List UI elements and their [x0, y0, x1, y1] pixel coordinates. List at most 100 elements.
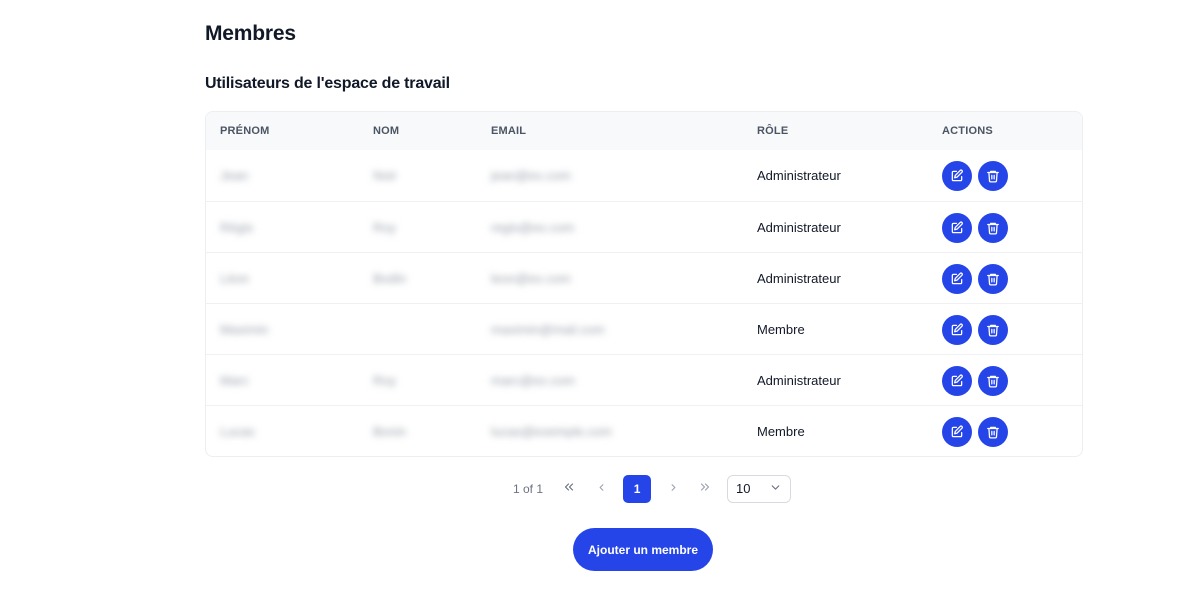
email-cell: leon@ex.com: [491, 253, 571, 304]
add-member-button[interactable]: Ajouter un membre: [573, 528, 713, 571]
role-cell: Membre: [757, 424, 805, 439]
last-name-cell: Noir: [373, 150, 397, 201]
column-header-last-name: NOM: [373, 125, 400, 137]
table-row: Jean Noir jean@ex.com Administrateur: [206, 150, 1082, 201]
actions-cell: [942, 150, 1008, 201]
email-cell: lucas@exemple.com: [491, 406, 612, 456]
email-value: lucas@exemple.com: [491, 424, 612, 439]
edit-icon: [950, 373, 964, 388]
email-cell: marc@ex.com: [491, 355, 575, 406]
email-cell: jean@ex.com: [491, 150, 571, 201]
page-size-select[interactable]: 10: [727, 474, 792, 503]
edit-member-button[interactable]: [942, 416, 972, 447]
members-table: PRÉNOM NOM EMAIL RÔLE ACTIONS Jean Noir …: [205, 111, 1083, 457]
section-title: Utilisateurs de l'espace de travail: [205, 75, 450, 92]
last-name-value: Noir: [373, 168, 397, 183]
edit-member-button[interactable]: [942, 212, 972, 243]
last-name-cell: Bodin: [373, 253, 406, 304]
last-name-cell: Bonin: [373, 406, 407, 456]
last-name-value: Roy: [373, 220, 397, 235]
email-value: jean@ex.com: [491, 168, 571, 183]
first-name-value: Marc: [220, 373, 249, 388]
actions-cell: [942, 253, 1008, 304]
double-chevron-right-icon: [699, 481, 711, 496]
edit-member-button[interactable]: [942, 263, 972, 294]
chevron-right-icon: [668, 482, 679, 496]
first-name-cell: Maximin: [220, 304, 268, 355]
edit-icon: [950, 322, 964, 337]
email-value: regis@ex.com: [491, 220, 575, 235]
last-name-value: Bonin: [373, 424, 407, 439]
delete-member-button[interactable]: [978, 212, 1008, 243]
current-page-button[interactable]: 1: [623, 474, 652, 503]
column-header-first-name: PRÉNOM: [220, 125, 270, 137]
email-cell: regis@ex.com: [491, 202, 574, 253]
role-cell: Administrateur: [757, 168, 841, 183]
column-header-email: EMAIL: [491, 125, 527, 137]
last-name-value: Roy: [373, 373, 397, 388]
table-row: Léon Bodin leon@ex.com Administrateur: [206, 252, 1082, 303]
delete-member-button[interactable]: [978, 160, 1008, 191]
email-value: marc@ex.com: [491, 373, 575, 388]
row-actions: [942, 212, 1008, 243]
first-page-button[interactable]: [557, 477, 581, 501]
actions-cell: [942, 304, 1008, 355]
edit-member-button[interactable]: [942, 365, 972, 396]
edit-icon: [950, 168, 964, 183]
column-header-role: RÔLE: [757, 125, 789, 137]
pagination: 1 of 1 1 10: [513, 474, 792, 503]
delete-member-button[interactable]: [978, 314, 1008, 345]
row-actions: [942, 263, 1008, 294]
trash-icon: [986, 272, 1000, 286]
first-name-value: Régis: [220, 220, 254, 235]
role-cell: Administrateur: [757, 373, 841, 388]
column-header-actions: ACTIONS: [942, 125, 993, 137]
table-body: Jean Noir jean@ex.com Administrateur Rég…: [206, 150, 1082, 456]
first-name-cell: Marc: [220, 355, 249, 406]
role-cell: Membre: [757, 322, 805, 337]
delete-member-button[interactable]: [978, 263, 1008, 294]
row-actions: [942, 416, 1008, 447]
table-row: Régis Roy regis@ex.com Administrateur: [206, 201, 1082, 252]
first-name-cell: Léon: [220, 253, 249, 304]
table-header: PRÉNOM NOM EMAIL RÔLE ACTIONS: [206, 112, 1082, 150]
page-size-value: 10: [736, 481, 751, 496]
table-row: Marc Roy marc@ex.com Administrateur: [206, 354, 1082, 405]
page-title: Membres: [205, 22, 296, 45]
role-cell: Administrateur: [757, 271, 841, 286]
email-value: maximin@mail.com: [491, 322, 605, 337]
first-name-value: Léon: [220, 271, 249, 286]
email-value: leon@ex.com: [491, 271, 571, 286]
role-cell: Administrateur: [757, 220, 841, 235]
first-name-value: Jean: [220, 168, 249, 183]
last-page-button[interactable]: [693, 477, 717, 501]
trash-icon: [986, 169, 1000, 183]
edit-icon: [950, 424, 964, 439]
trash-icon: [986, 374, 1000, 388]
actions-cell: [942, 406, 1008, 456]
next-page-button[interactable]: [661, 477, 685, 501]
trash-icon: [986, 425, 1000, 439]
actions-cell: [942, 202, 1008, 253]
table-row: Lucas Bonin lucas@exemple.com Membre: [206, 405, 1082, 456]
previous-page-button[interactable]: [589, 477, 613, 501]
table-row: Maximin maximin@mail.com Membre: [206, 303, 1082, 354]
trash-icon: [986, 221, 1000, 235]
edit-member-button[interactable]: [942, 314, 972, 345]
row-actions: [942, 365, 1008, 396]
delete-member-button[interactable]: [978, 365, 1008, 396]
edit-icon: [950, 271, 964, 286]
page-info: 1 of 1: [513, 481, 544, 496]
edit-member-button[interactable]: [942, 160, 972, 191]
last-name-cell: Roy: [373, 202, 396, 253]
first-name-cell: Jean: [220, 150, 248, 201]
first-name-value: Maximin: [220, 322, 269, 337]
members-page: Membres Utilisateurs de l'espace de trav…: [0, 0, 1185, 600]
row-actions: [942, 314, 1008, 345]
last-name-cell: Roy: [373, 355, 396, 406]
delete-member-button[interactable]: [978, 416, 1008, 447]
edit-icon: [950, 220, 964, 235]
double-chevron-left-icon: [563, 481, 575, 496]
email-cell: maximin@mail.com: [491, 304, 605, 355]
first-name-value: Lucas: [220, 424, 255, 439]
